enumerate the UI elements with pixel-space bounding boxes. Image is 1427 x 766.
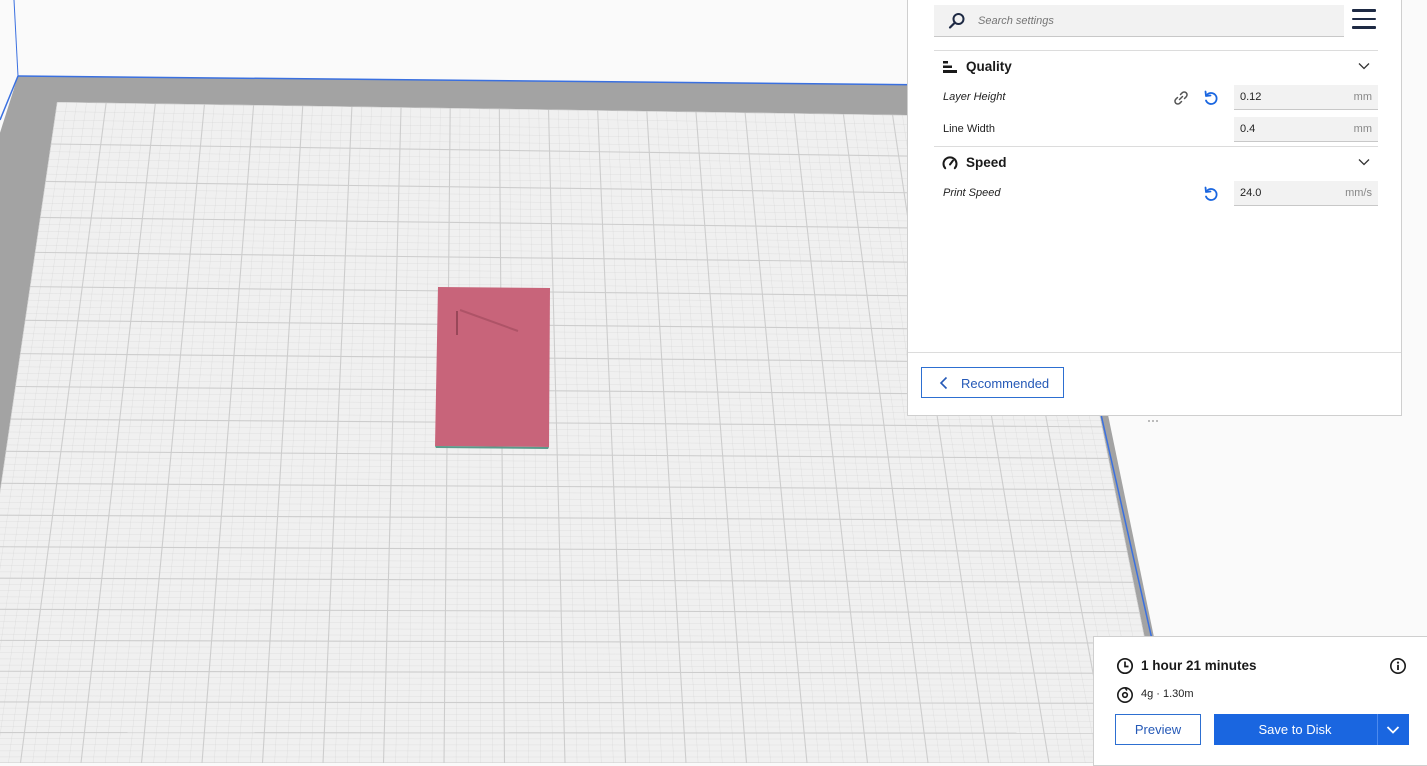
field-value: 0.4 [1240, 123, 1255, 135]
setting-line-width: Line Width 0.4 mm [934, 117, 1378, 143]
search-input[interactable] [978, 11, 1318, 31]
hamburger-icon-line [1352, 18, 1376, 21]
recommended-button[interactable]: Recommended [921, 367, 1064, 398]
field-unit: mm [1354, 91, 1372, 103]
line-width-input[interactable]: 0.4 mm [1234, 117, 1378, 142]
setting-print-speed: Print Speed 24.0 mm/s [934, 181, 1378, 207]
chevron-down-icon [1358, 156, 1370, 168]
link-icon[interactable] [1172, 89, 1190, 107]
spool-icon [1116, 686, 1134, 704]
preview-button[interactable]: Preview [1115, 714, 1201, 745]
print-speed-input[interactable]: 24.0 mm/s [1234, 181, 1378, 206]
button-divider [1377, 714, 1378, 745]
category-quality[interactable]: Quality [934, 50, 1378, 82]
chevron-left-icon [938, 376, 950, 390]
category-label: Speed [966, 155, 1007, 170]
category-speed[interactable]: Speed [934, 146, 1378, 178]
quality-icon [942, 59, 958, 75]
layer-height-input[interactable]: 0.12 mm [1234, 85, 1378, 110]
field-unit: mm/s [1345, 187, 1372, 199]
clock-icon [1116, 657, 1134, 675]
search-settings-field[interactable] [934, 5, 1344, 37]
reset-icon[interactable] [1202, 89, 1220, 107]
print-info-panel: 1 hour 21 minutes 4g · 1.30m Preview Sav… [1093, 636, 1427, 766]
hamburger-icon-line [1352, 9, 1376, 12]
save-to-disk-button[interactable]: Save to Disk [1214, 714, 1409, 745]
panel-divider [908, 352, 1401, 353]
field-unit: mm [1354, 123, 1372, 135]
material-usage: 4g · 1.30m [1141, 688, 1194, 700]
speed-icon [942, 155, 958, 171]
field-value: 0.12 [1240, 91, 1261, 103]
category-label: Quality [966, 59, 1012, 74]
recommended-label: Recommended [961, 376, 1049, 391]
hamburger-icon-line [1352, 26, 1376, 29]
print-time: 1 hour 21 minutes [1141, 658, 1257, 673]
setting-label: Line Width [943, 123, 995, 135]
info-icon[interactable] [1389, 657, 1407, 675]
print-settings-panel: Quality Layer Height 0.12 mm Line Width … [907, 0, 1402, 416]
setting-label: Print Speed [943, 187, 1000, 199]
panel-resize-handle[interactable] [1148, 409, 1162, 412]
search-icon [948, 12, 966, 30]
settings-menu-button[interactable] [1352, 9, 1376, 33]
save-label: Save to Disk [1214, 722, 1376, 737]
field-value: 24.0 [1240, 187, 1261, 199]
model-cube[interactable] [435, 287, 550, 449]
setting-label: Layer Height [943, 91, 1005, 103]
chevron-down-icon[interactable] [1386, 723, 1400, 737]
setting-layer-height: Layer Height 0.12 mm [934, 85, 1378, 111]
reset-icon[interactable] [1202, 185, 1220, 203]
chevron-down-icon [1358, 60, 1370, 72]
